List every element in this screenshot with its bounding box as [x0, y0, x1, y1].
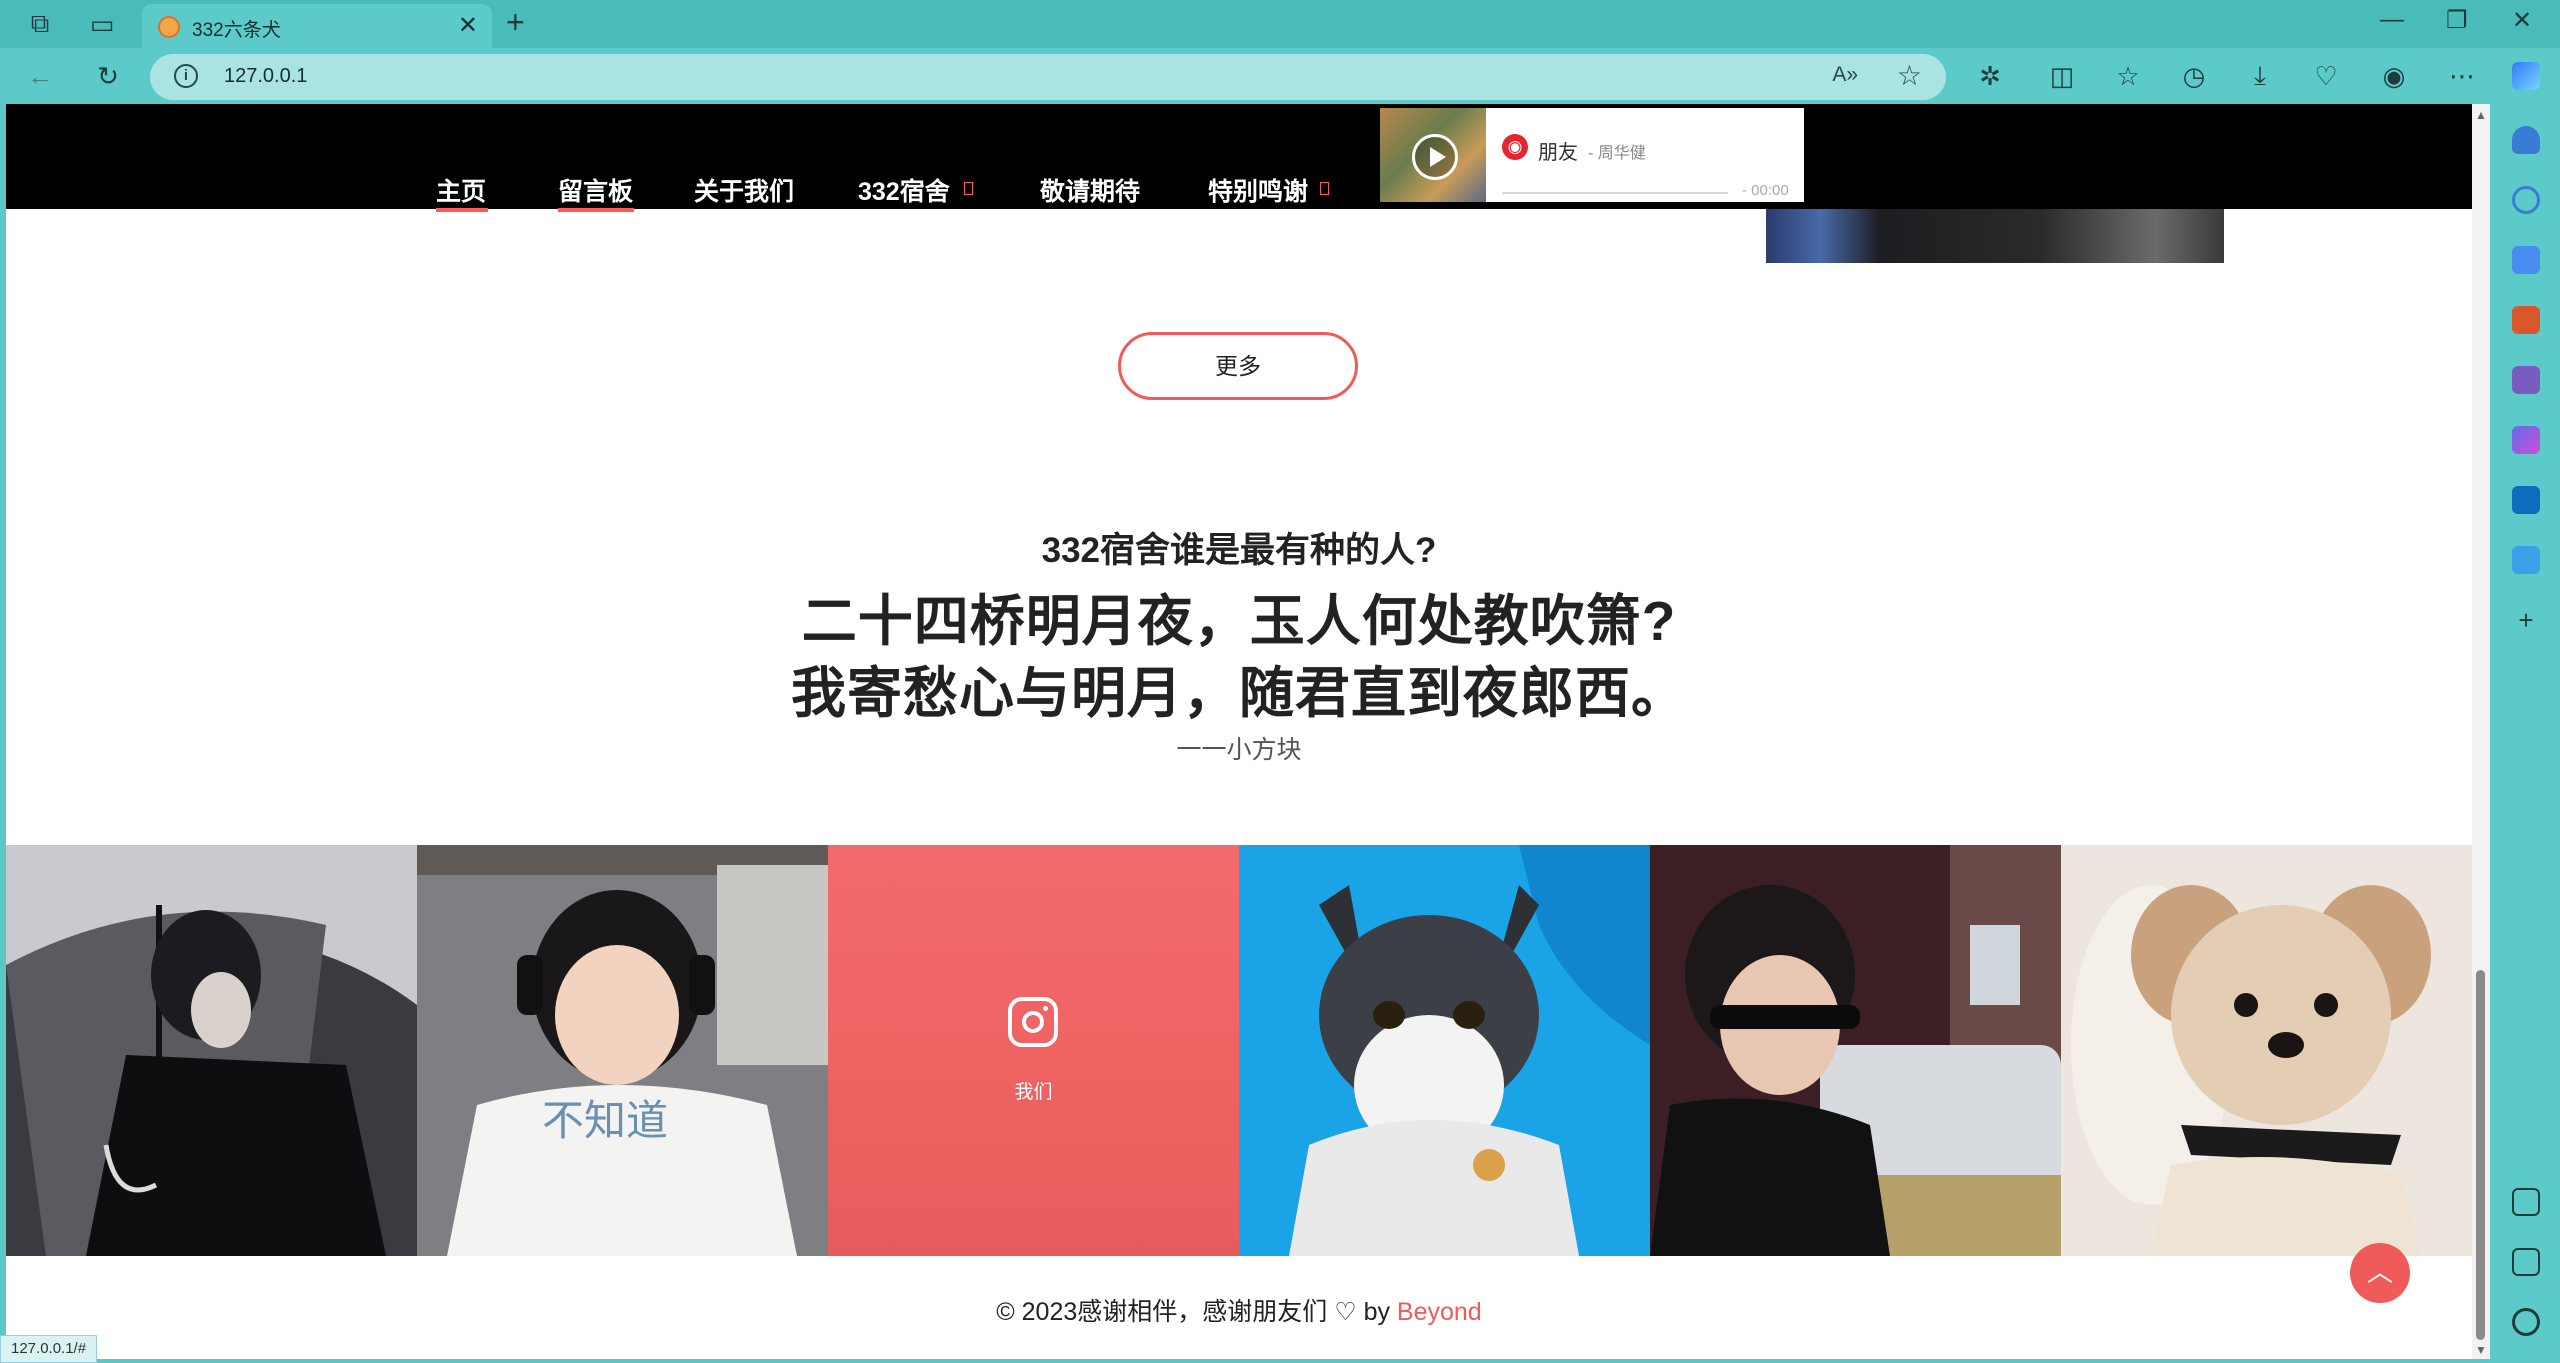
- dog-photo[interactable]: [2061, 845, 2472, 1256]
- minimize-icon[interactable]: —: [2380, 6, 2404, 34]
- screenshot-icon[interactable]: [2512, 1188, 2540, 1216]
- sidebar-toggle-icon[interactable]: [2512, 1248, 2540, 1276]
- nav-home[interactable]: 主页: [436, 172, 486, 208]
- instagram-tile[interactable]: 我们: [828, 845, 1239, 1256]
- nav-thanks[interactable]: 特别鸣谢: [1208, 172, 1308, 208]
- footer-text: © 2023感谢相伴，感谢朋友们 ♡ by: [996, 1298, 1397, 1326]
- cat-photo[interactable]: [1239, 845, 1650, 1256]
- browser-toolbar: ← ↻ i 127.0.0.1 A» ☆ ✲ ◫ ☆ ◷ ⤓ ♡ ◉ ⋯: [0, 48, 2560, 104]
- thanks-dropdown-icon[interactable]: [1320, 182, 1329, 195]
- status-bar-url: 127.0.0.1/#: [0, 1335, 98, 1363]
- scroll-up-icon[interactable]: ▲: [2475, 108, 2487, 122]
- profile-avatar-icon[interactable]: ◉: [2374, 56, 2414, 96]
- search-icon[interactable]: [2512, 186, 2540, 214]
- downloads-icon[interactable]: ⤓: [2240, 56, 2280, 96]
- scroll-thumb[interactable]: [2476, 970, 2485, 1340]
- microsoft365-icon[interactable]: [2512, 426, 2540, 454]
- sunglasses-photo[interactable]: [1650, 845, 2061, 1256]
- address-bar[interactable]: i 127.0.0.1 A» ☆: [150, 54, 1946, 100]
- nav-home-underline: [436, 208, 488, 212]
- nav-guestbook[interactable]: 留言板: [558, 172, 633, 208]
- close-window-icon[interactable]: ✕: [2512, 6, 2532, 35]
- maximize-icon[interactable]: ❐: [2446, 6, 2468, 35]
- boy-headphones-photo[interactable]: 不知道: [417, 845, 828, 1256]
- music-player: ◉ 朋友 - 周华健 - 00:00: [1380, 108, 1804, 202]
- tab-favicon-icon: [158, 16, 180, 38]
- partial-photo: [1766, 209, 2224, 263]
- back-icon[interactable]: ←: [20, 56, 60, 96]
- site-info-icon[interactable]: i: [174, 64, 198, 88]
- notifications-icon[interactable]: [2512, 126, 2540, 154]
- games-icon[interactable]: [2512, 366, 2540, 394]
- browser-tab[interactable]: 332六条犬 ✕: [142, 4, 492, 48]
- svg-text:不知道: 不知道: [542, 1096, 668, 1145]
- play-time: - 00:00: [1742, 182, 1789, 199]
- nav-dorm[interactable]: 332宿舍: [858, 172, 950, 208]
- title-bar: ⧉ ▭ 332六条犬 ✕ + — ❐ ✕: [0, 0, 2560, 48]
- read-aloud-icon[interactable]: A»: [1832, 63, 1858, 87]
- nav-guestbook-underline: [558, 208, 634, 212]
- history-icon[interactable]: ◷: [2174, 56, 2214, 96]
- favorites-icon[interactable]: ☆: [2108, 56, 2148, 96]
- scroll-down-icon[interactable]: ▼: [2475, 1343, 2487, 1357]
- gallery-center-label: 我们: [1014, 1082, 1053, 1103]
- new-tab-icon[interactable]: +: [506, 4, 525, 41]
- split-screen-icon[interactable]: ◫: [2042, 56, 2082, 96]
- tools-icon[interactable]: [2512, 306, 2540, 334]
- footer-brand-link[interactable]: Beyond: [1397, 1298, 1482, 1326]
- quote-question: 332宿舍谁是最有种的人?: [1041, 531, 1437, 570]
- site-navbar: 主页 留言板 关于我们 332宿舍 敬请期待 特别鸣谢 ◉ 朋友 - 周华健 -…: [6, 104, 2472, 212]
- instagram-icon: [1008, 997, 1058, 1047]
- song-artist: - 周华健: [1588, 145, 1646, 162]
- browser-essentials-icon[interactable]: ♡: [2306, 56, 2346, 96]
- more-button[interactable]: 更多: [1118, 332, 1358, 400]
- outlook-icon[interactable]: [2512, 486, 2540, 514]
- quote-author: 一一小方块: [1176, 736, 1302, 764]
- add-sidebar-icon[interactable]: +: [2512, 606, 2540, 634]
- album-cover: [1380, 108, 1486, 202]
- page-scrollbar[interactable]: ▲ ▼: [2472, 104, 2490, 1359]
- photo-gallery: 不知道 我们: [6, 845, 2472, 1256]
- refresh-icon[interactable]: ↻: [88, 56, 128, 96]
- extensions-icon[interactable]: ✲: [1970, 56, 2010, 96]
- workspaces-icon[interactable]: ⧉: [20, 4, 60, 44]
- site-footer: © 2023感谢相伴，感谢朋友们 ♡ by Beyond: [6, 1292, 2472, 1328]
- play-icon[interactable]: [1412, 134, 1458, 180]
- settings-icon[interactable]: [2512, 1308, 2540, 1336]
- umbrella-photo[interactable]: [6, 845, 417, 1256]
- song-title: 朋友: [1538, 142, 1578, 164]
- chevron-up-icon: ︿: [2366, 1257, 2393, 1287]
- favorite-star-icon[interactable]: ☆: [1897, 59, 1922, 92]
- nav-coming-soon[interactable]: 敬请期待: [1040, 172, 1140, 208]
- shopping-icon[interactable]: [2512, 246, 2540, 274]
- nav-about[interactable]: 关于我们: [694, 172, 794, 208]
- progress-track[interactable]: [1502, 192, 1728, 194]
- copilot-icon[interactable]: [2512, 62, 2540, 90]
- dorm-dropdown-icon[interactable]: [964, 182, 973, 195]
- edge-sidebar: +: [2490, 48, 2560, 1363]
- send-icon[interactable]: [2512, 546, 2540, 574]
- tab-title: 332六条犬: [192, 20, 281, 41]
- quote-line-1: 二十四桥明月夜，玉人何处教吹箫?: [801, 590, 1677, 652]
- address-url[interactable]: 127.0.0.1: [224, 65, 307, 88]
- netease-music-icon: ◉: [1502, 134, 1528, 160]
- quote-line-2: 我寄愁心与明月，随君直到夜郎西。: [790, 662, 1687, 724]
- back-to-top-button[interactable]: ︿: [2350, 1243, 2410, 1303]
- tab-actions-icon[interactable]: ▭: [82, 4, 122, 44]
- tab-close-icon[interactable]: ✕: [458, 11, 478, 40]
- page-viewport: 主页 留言板 关于我们 332宿舍 敬请期待 特别鸣谢 ◉ 朋友 - 周华健 -…: [6, 104, 2472, 1359]
- more-menu-icon[interactable]: ⋯: [2442, 56, 2482, 96]
